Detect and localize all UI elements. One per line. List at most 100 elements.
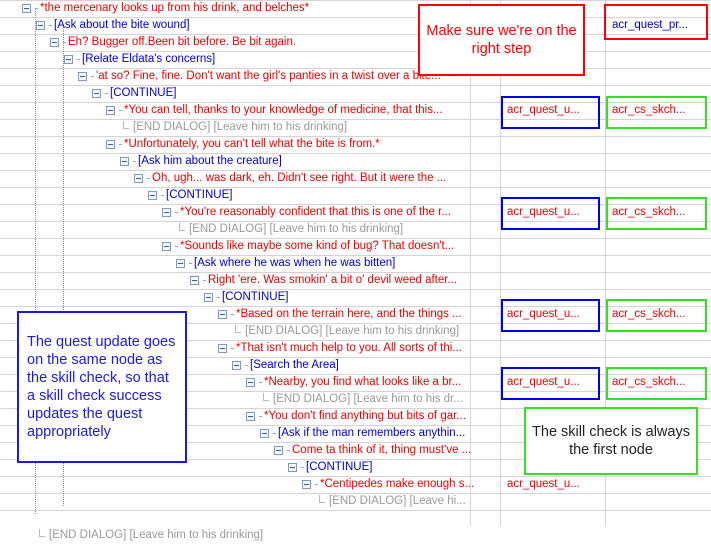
tree-leaf-elbow-icon bbox=[316, 495, 325, 506]
tree-node[interactable]: Eh? Bugger off.Been bit before. Be bit a… bbox=[50, 35, 296, 50]
tree-node[interactable]: Right 'ere. Was smokin' a bit o' devil w… bbox=[190, 273, 457, 288]
cell-value-quest-update[interactable]: acr_quest_u... bbox=[507, 477, 580, 492]
tree-row[interactable]: [Relate Eldata's concerns] bbox=[0, 51, 711, 68]
tree-row[interactable]: [Ask where he was when he was bitten] bbox=[0, 255, 711, 272]
tree-node-label: [CONTINUE] bbox=[222, 291, 289, 303]
tree-row[interactable]: [END DIALOG] [Leave him to his drinking] bbox=[0, 527, 711, 544]
tree-row[interactable]: 'at so? Fine, fine. Don't want the girl'… bbox=[0, 68, 711, 85]
collapse-expander-icon[interactable] bbox=[288, 463, 297, 472]
tree-connector-dash bbox=[231, 314, 234, 315]
tree-node-label: [Relate Eldata's concerns] bbox=[82, 53, 216, 65]
tree-row[interactable]: [END DIALOG] [Leave him to his drinking] bbox=[0, 221, 711, 238]
tree-node[interactable]: Oh, ugh... was dark, eh. Didn't see righ… bbox=[134, 171, 446, 186]
tree-row[interactable]: [Ask him about the creature] bbox=[0, 153, 711, 170]
collapse-expander-icon[interactable] bbox=[162, 242, 171, 251]
tree-node-label: [CONTINUE] bbox=[306, 461, 373, 473]
tree-node[interactable]: *Unfortunately, you can't tell what the … bbox=[106, 137, 380, 152]
tree-row[interactable]: *You're reasonably confident that this i… bbox=[0, 204, 711, 221]
tree-row[interactable]: *Unfortunately, you can't tell what the … bbox=[0, 136, 711, 153]
tree-row[interactable]: Oh, ugh... was dark, eh. Didn't see righ… bbox=[0, 170, 711, 187]
tree-node[interactable]: [CONTINUE] bbox=[148, 188, 232, 203]
tree-node[interactable]: Come ta think of it, thing must've ... bbox=[274, 443, 471, 458]
tree-row[interactable]: *Centipedes make enough s... bbox=[0, 476, 711, 493]
collapse-expander-icon[interactable] bbox=[120, 157, 129, 166]
collapse-expander-icon[interactable] bbox=[274, 446, 283, 455]
tree-node[interactable]: *Nearby, you find what looks like a br..… bbox=[246, 375, 461, 390]
collapse-expander-icon[interactable] bbox=[176, 259, 185, 268]
tree-node[interactable]: *That isn't much help to you. All sorts … bbox=[218, 341, 462, 356]
tree-node-label: [Ask where he was when he was bitten] bbox=[194, 257, 396, 269]
tree-row[interactable]: *You can tell, thanks to your knowledge … bbox=[0, 102, 711, 119]
tree-node[interactable]: [Search the Area] bbox=[232, 358, 339, 373]
tree-node[interactable]: *You don't find anything but bits of gar… bbox=[246, 409, 466, 424]
tree-connector-dash bbox=[133, 161, 136, 162]
tree-node[interactable]: [END DIALOG] [Leave him to his drinking] bbox=[232, 324, 459, 339]
collapse-expander-icon[interactable] bbox=[162, 208, 171, 217]
tree-node[interactable]: [Relate Eldata's concerns] bbox=[64, 52, 215, 67]
tree-node[interactable]: [CONTINUE] bbox=[204, 290, 288, 305]
collapse-expander-icon[interactable] bbox=[50, 38, 59, 47]
tree-connector-dash bbox=[273, 433, 276, 434]
tree-node[interactable]: *Based on the terrain here, and the thin… bbox=[218, 307, 462, 322]
tree-node[interactable]: [END DIALOG] [Leave him to his drinking] bbox=[120, 120, 347, 135]
collapse-expander-icon[interactable] bbox=[246, 412, 255, 421]
collapse-expander-icon[interactable] bbox=[204, 293, 213, 302]
collapse-expander-icon[interactable] bbox=[22, 4, 31, 13]
collapse-expander-icon[interactable] bbox=[148, 191, 157, 200]
collapse-expander-icon[interactable] bbox=[190, 276, 199, 285]
tree-node[interactable]: [Ask if the man remembers anythin... bbox=[260, 426, 465, 441]
tree-node-label: 'at so? Fine, fine. Don't want the girl'… bbox=[96, 70, 441, 82]
collapse-expander-icon[interactable] bbox=[36, 21, 45, 30]
collapse-expander-icon[interactable] bbox=[218, 310, 227, 319]
tree-node-label: Eh? Bugger off.Been bit before. Be bit a… bbox=[68, 36, 297, 48]
tree-row[interactable]: [CONTINUE] bbox=[0, 85, 711, 102]
tree-node-label: [CONTINUE] bbox=[110, 87, 177, 99]
tree-node[interactable]: [END DIALOG] [Leave him to his drinking] bbox=[176, 222, 403, 237]
tree-node[interactable]: [CONTINUE] bbox=[92, 86, 176, 101]
tree-node[interactable]: *You're reasonably confident that this i… bbox=[162, 205, 451, 220]
tree-row[interactable]: [END DIALOG] [Leave hi... bbox=[0, 493, 711, 510]
tree-node-label: [END DIALOG] [Leave him to his drinking] bbox=[49, 529, 264, 541]
collapse-expander-icon[interactable] bbox=[302, 480, 311, 489]
tree-node[interactable]: *Centipedes make enough s... bbox=[302, 477, 474, 492]
tree-connector-dash bbox=[77, 59, 80, 60]
highlight-box-quest-update-3 bbox=[501, 299, 600, 332]
tree-row[interactable]: [CONTINUE] bbox=[0, 289, 711, 306]
collapse-expander-icon[interactable] bbox=[92, 89, 101, 98]
tree-node[interactable]: [Ask about the bite wound] bbox=[36, 18, 190, 33]
tree-node[interactable]: *You can tell, thanks to your knowledge … bbox=[106, 103, 443, 118]
tree-node[interactable]: *Sounds like maybe some kind of bug? Tha… bbox=[162, 239, 454, 254]
tree-node-label: Right 'ere. Was smokin' a bit o' devil w… bbox=[208, 274, 458, 286]
tree-node[interactable]: [CONTINUE] bbox=[288, 460, 372, 475]
collapse-expander-icon[interactable] bbox=[78, 72, 87, 81]
tree-node[interactable]: [END DIALOG] [Leave him to his dr... bbox=[260, 392, 463, 407]
tree-node[interactable]: [END DIALOG] [Leave hi... bbox=[316, 494, 466, 509]
tree-node[interactable]: 'at so? Fine, fine. Don't want the girl'… bbox=[78, 69, 441, 84]
tree-node[interactable]: [Ask where he was when he was bitten] bbox=[176, 256, 395, 271]
tree-node-label: *You don't find anything but bits of gar… bbox=[264, 410, 466, 422]
tree-node-label: [END DIALOG] [Leave him to his drinking] bbox=[245, 325, 460, 337]
tree-node-label: *Unfortunately, you can't tell what the … bbox=[124, 138, 380, 150]
tree-node[interactable]: [Ask him about the creature] bbox=[120, 154, 282, 169]
collapse-expander-icon[interactable] bbox=[232, 361, 241, 370]
tree-row[interactable]: [END DIALOG] [Leave him to his drinking] bbox=[0, 119, 711, 136]
tree-node-label: *That isn't much help to you. All sorts … bbox=[236, 342, 462, 354]
collapse-expander-icon[interactable] bbox=[134, 174, 143, 183]
collapse-expander-icon[interactable] bbox=[106, 140, 115, 149]
highlight-box-quest-prefix bbox=[604, 4, 708, 40]
tree-connector-dash bbox=[175, 246, 178, 247]
tree-node-label: [Ask about the bite wound] bbox=[54, 19, 190, 31]
collapse-expander-icon[interactable] bbox=[64, 55, 73, 64]
tree-node[interactable]: [END DIALOG] [Leave him to his drinking] bbox=[36, 528, 263, 543]
tree-row[interactable]: [CONTINUE] bbox=[0, 187, 711, 204]
collapse-expander-icon[interactable] bbox=[218, 344, 227, 353]
collapse-expander-icon[interactable] bbox=[246, 378, 255, 387]
tree-row[interactable]: Right 'ere. Was smokin' a bit o' devil w… bbox=[0, 272, 711, 289]
collapse-expander-icon[interactable] bbox=[260, 429, 269, 438]
tree-connector-dash bbox=[175, 212, 178, 213]
tree-node-label: [Search the Area] bbox=[250, 359, 339, 371]
tree-node[interactable]: *the mercenary looks up from his drink, … bbox=[22, 1, 309, 16]
collapse-expander-icon[interactable] bbox=[106, 106, 115, 115]
tree-row[interactable] bbox=[0, 510, 711, 527]
tree-row[interactable]: *Sounds like maybe some kind of bug? Tha… bbox=[0, 238, 711, 255]
